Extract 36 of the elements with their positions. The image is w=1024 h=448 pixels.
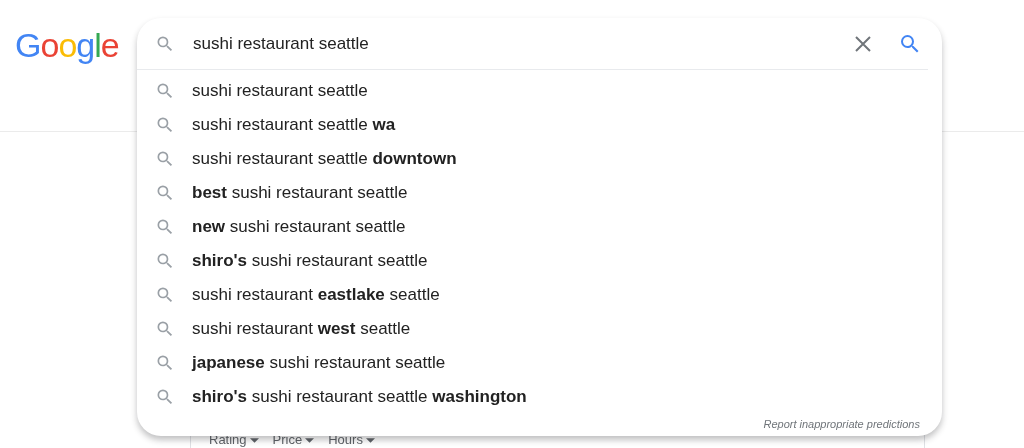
filter-dropdown[interactable]: Hours (328, 434, 375, 446)
suggestion-item[interactable]: shiro's sushi restaurant seattle (137, 244, 942, 278)
suggestion-text: sushi restaurant eastlake seattle (192, 285, 440, 305)
suggestion-text: shiro's sushi restaurant seattle washington (192, 387, 527, 407)
suggestion-text: sushi restaurant seattle downtown (192, 149, 457, 169)
search-icon (155, 387, 175, 407)
suggestion-item[interactable]: sushi restaurant eastlake seattle (137, 278, 942, 312)
suggestion-item[interactable]: new sushi restaurant seattle (137, 210, 942, 244)
suggestion-item[interactable]: sushi restaurant seattle downtown (137, 142, 942, 176)
search-icon (155, 81, 175, 101)
suggestion-text: sushi restaurant seattle wa (192, 115, 396, 135)
suggestion-item[interactable]: japanese sushi restaurant seattle (137, 346, 942, 380)
search-icon (155, 285, 175, 305)
search-field[interactable]: sushi restaurant seattle (193, 33, 854, 54)
suggestion-item[interactable]: sushi restaurant seattle (137, 74, 942, 108)
search-icon (155, 319, 175, 339)
suggestion-item[interactable]: shiro's sushi restaurant seattle washington (137, 380, 942, 414)
suggestion-item[interactable]: sushi restaurant seattle wa (137, 108, 942, 142)
search-icon (155, 251, 175, 271)
suggestion-text: new sushi restaurant seattle (192, 217, 406, 237)
suggestion-text: sushi restaurant west seattle (192, 319, 411, 339)
search-icon (155, 217, 175, 237)
suggestion-text: japanese sushi restaurant seattle (192, 353, 446, 373)
search-icon (155, 149, 175, 169)
report-link[interactable]: Report inappropriate predictions (763, 418, 920, 430)
search-icon (155, 115, 175, 135)
suggestion-text: best sushi restaurant seattle (192, 183, 408, 203)
search-icon (155, 353, 175, 373)
clear-button[interactable] (854, 34, 872, 53)
google-logo[interactable]: Google (15, 26, 119, 64)
close-icon (854, 34, 872, 53)
suggestion-item[interactable]: best sushi restaurant seattle (137, 176, 942, 210)
search-icon (155, 183, 175, 203)
suggestion-text: shiro's sushi restaurant seattle (192, 251, 428, 271)
suggestion-text: sushi restaurant seattle (192, 81, 368, 101)
suggestion-item[interactable]: sushi restaurant west seattle (137, 312, 942, 346)
